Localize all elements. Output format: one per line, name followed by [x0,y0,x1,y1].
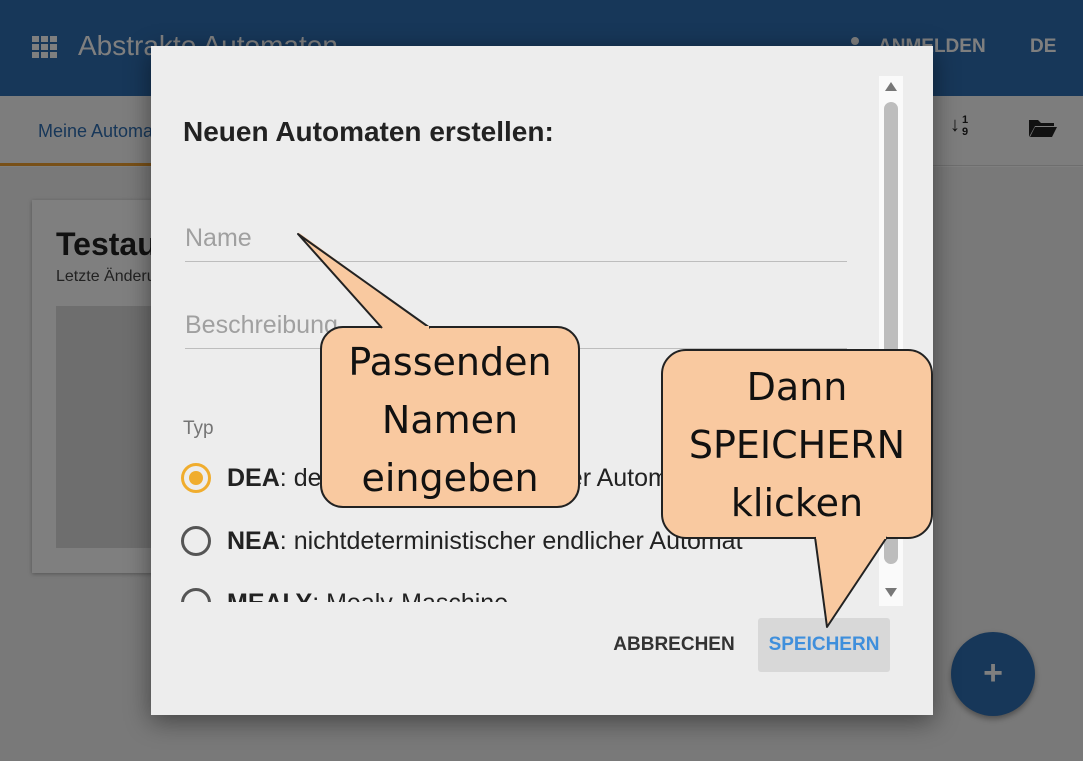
dialog-title: Neuen Automaten erstellen: [183,116,554,147]
callout-line: Namen [381,398,519,442]
radio-unchecked-icon[interactable] [181,588,211,602]
callout-line: klicken [730,481,864,525]
callout-line: eingeben [361,456,539,500]
callout-click-save-text: Dann SPEICHERN klicken [662,358,932,532]
type-description: : Mealy-Maschine [312,589,508,603]
type-code: MEALY [227,589,312,603]
type-option-mealy[interactable]: MEALY: Mealy-Maschine [181,586,508,602]
callout-line: Dann [746,365,848,409]
scroll-up-arrow-icon[interactable] [885,82,897,91]
callout-line: Passenden [348,340,552,384]
type-label: Typ [183,418,214,439]
callout-enter-name-text: Passenden Namen eingeben [321,333,579,507]
callout-line: SPEICHERN [688,423,906,467]
